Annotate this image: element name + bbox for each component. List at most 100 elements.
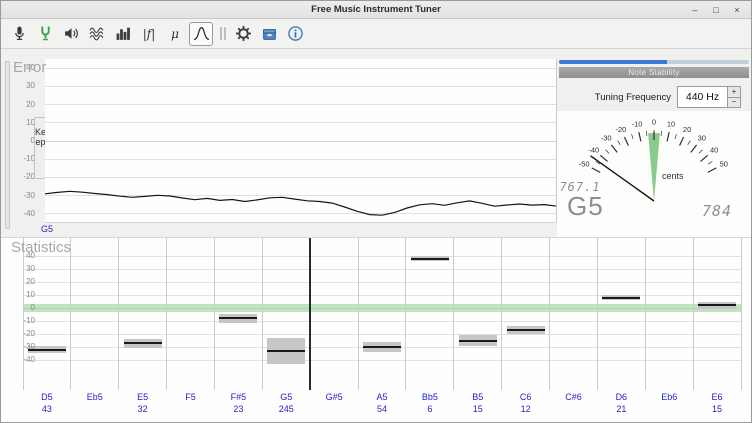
error-y-axis: 403020100-10-20-30-40: [3, 59, 35, 223]
mean-line: [219, 317, 257, 319]
waveform-button[interactable]: [85, 22, 109, 46]
h-gridline: [23, 321, 741, 322]
package-icon: [261, 25, 278, 42]
note-count-label: 245: [262, 404, 310, 414]
fourier-transform-button[interactable]: |f|: [137, 22, 161, 46]
y-axis-tick-label: -30: [3, 342, 35, 351]
y-axis-tick-label: 10: [3, 290, 35, 299]
note-name-label: E6: [693, 392, 741, 402]
gauge-tick-label: -50: [579, 159, 590, 168]
about-button[interactable]: [283, 22, 307, 46]
error-current-note-label: G5: [41, 224, 53, 234]
error-plot: [45, 59, 557, 223]
v-gridline: [214, 238, 215, 390]
info-icon: [287, 25, 304, 42]
tuning-frequency-label: Tuning Frequency: [547, 92, 671, 103]
note-count-label: 6: [406, 404, 454, 414]
note-count-label: 15: [454, 404, 502, 414]
y-axis-tick-label: 10: [3, 118, 35, 127]
note-count-label: 15: [693, 404, 741, 414]
note-stability-label: Note Stability: [628, 68, 679, 77]
gauge-tick-label: 50: [720, 159, 728, 168]
speaker-button[interactable]: [59, 22, 83, 46]
in-tune-wedge: [648, 133, 660, 201]
note-name-label: B5: [454, 392, 502, 402]
v-gridline: [70, 238, 71, 390]
y-axis-tick-label: 40: [3, 251, 35, 260]
close-button[interactable]: ×: [731, 4, 743, 16]
y-axis-tick-label: -40: [3, 209, 35, 218]
histogram-button[interactable]: [111, 22, 135, 46]
note-count-label: 21: [597, 404, 645, 414]
v-gridline: [358, 238, 359, 390]
y-axis-tick-label: -30: [3, 191, 35, 200]
gauge-tick-label: -10: [632, 119, 643, 128]
note-name-label: D6: [597, 392, 645, 402]
mean-line: [124, 342, 162, 344]
v-gridline: [262, 238, 263, 390]
tuning-frequency-value[interactable]: 440 Hz: [677, 86, 728, 108]
statistics-view-button[interactable]: [189, 22, 213, 46]
gauge-tick-label: 20: [683, 125, 691, 134]
note-name-label: E5: [119, 392, 167, 402]
y-axis-tick-label: -10: [3, 316, 35, 325]
h-gridline: [23, 282, 741, 283]
note-name-label: F#5: [214, 392, 262, 402]
tuning-fork-button[interactable]: [33, 22, 57, 46]
cents-unit-label: cents: [662, 171, 684, 181]
v-gridline: [501, 238, 502, 390]
gauge-tick-label: 30: [698, 134, 706, 143]
titlebar[interactable]: Free Music Instrument Tuner – □ ×: [1, 1, 751, 19]
tuning-fork-icon: [37, 25, 54, 42]
v-gridline: [597, 238, 598, 390]
note-name-label: A5: [358, 392, 406, 402]
y-axis-tick-label: -20: [3, 172, 35, 181]
v-gridline: [693, 238, 694, 390]
y-axis-tick-label: 20: [3, 277, 35, 286]
note-count-label: 32: [119, 404, 167, 414]
fourier-transform-glyph: |f|: [143, 27, 156, 41]
waveform-icon: [89, 25, 106, 42]
microphone-icon: [11, 25, 28, 42]
app-window: Free Music Instrument Tuner – □ ×: [0, 0, 752, 423]
gauge-tick-label: -20: [615, 125, 626, 134]
mean-line: [363, 346, 401, 348]
v-gridline: [741, 238, 742, 390]
v-gridline: [453, 238, 454, 390]
note-name-label: Eb6: [645, 392, 693, 402]
in-tune-zone: [23, 304, 741, 312]
mean-line: [411, 258, 449, 260]
settings-button[interactable]: [231, 22, 255, 46]
stability-progress-fill: [559, 60, 667, 64]
window-controls: – □ ×: [689, 1, 743, 19]
microtonal-button[interactable]: μ: [163, 22, 187, 46]
h-gridline: [23, 360, 741, 361]
spin-up-button[interactable]: +: [728, 86, 741, 98]
note-name-label: Bb5: [406, 392, 454, 402]
y-axis-tick-label: 30: [3, 264, 35, 273]
v-gridline: [118, 238, 119, 390]
package-button[interactable]: [257, 22, 281, 46]
v-gridline: [166, 238, 167, 390]
microphone-button[interactable]: [7, 22, 31, 46]
maximize-button[interactable]: □: [710, 4, 722, 16]
spin-down-button[interactable]: −: [728, 98, 741, 109]
h-gridline: [23, 334, 741, 335]
note-count-label: 12: [502, 404, 550, 414]
note-name-label: F5: [167, 392, 215, 402]
statistics-panel: Statistics 403020100-10-20-30-40 D543Eb5…: [1, 237, 752, 423]
note-name-label: G#5: [310, 392, 358, 402]
y-axis-tick-label: 20: [3, 100, 35, 109]
minimize-button[interactable]: –: [689, 4, 701, 16]
y-axis-tick-label: -10: [3, 154, 35, 163]
gauge-tick-label: -40: [588, 145, 599, 154]
y-axis-tick-label: -20: [3, 329, 35, 338]
gauge-tick-label: 0: [652, 118, 656, 127]
tuning-frequency-spin-buttons: + −: [728, 86, 741, 108]
statistics-y-axis: 403020100-10-20-30-40: [3, 238, 35, 398]
mean-line: [602, 297, 640, 299]
gauge-tick-label: -30: [601, 134, 612, 143]
gear-icon: [235, 25, 252, 42]
y-axis-tick-label: 30: [3, 81, 35, 90]
note-target-frequency: 784: [693, 202, 741, 220]
